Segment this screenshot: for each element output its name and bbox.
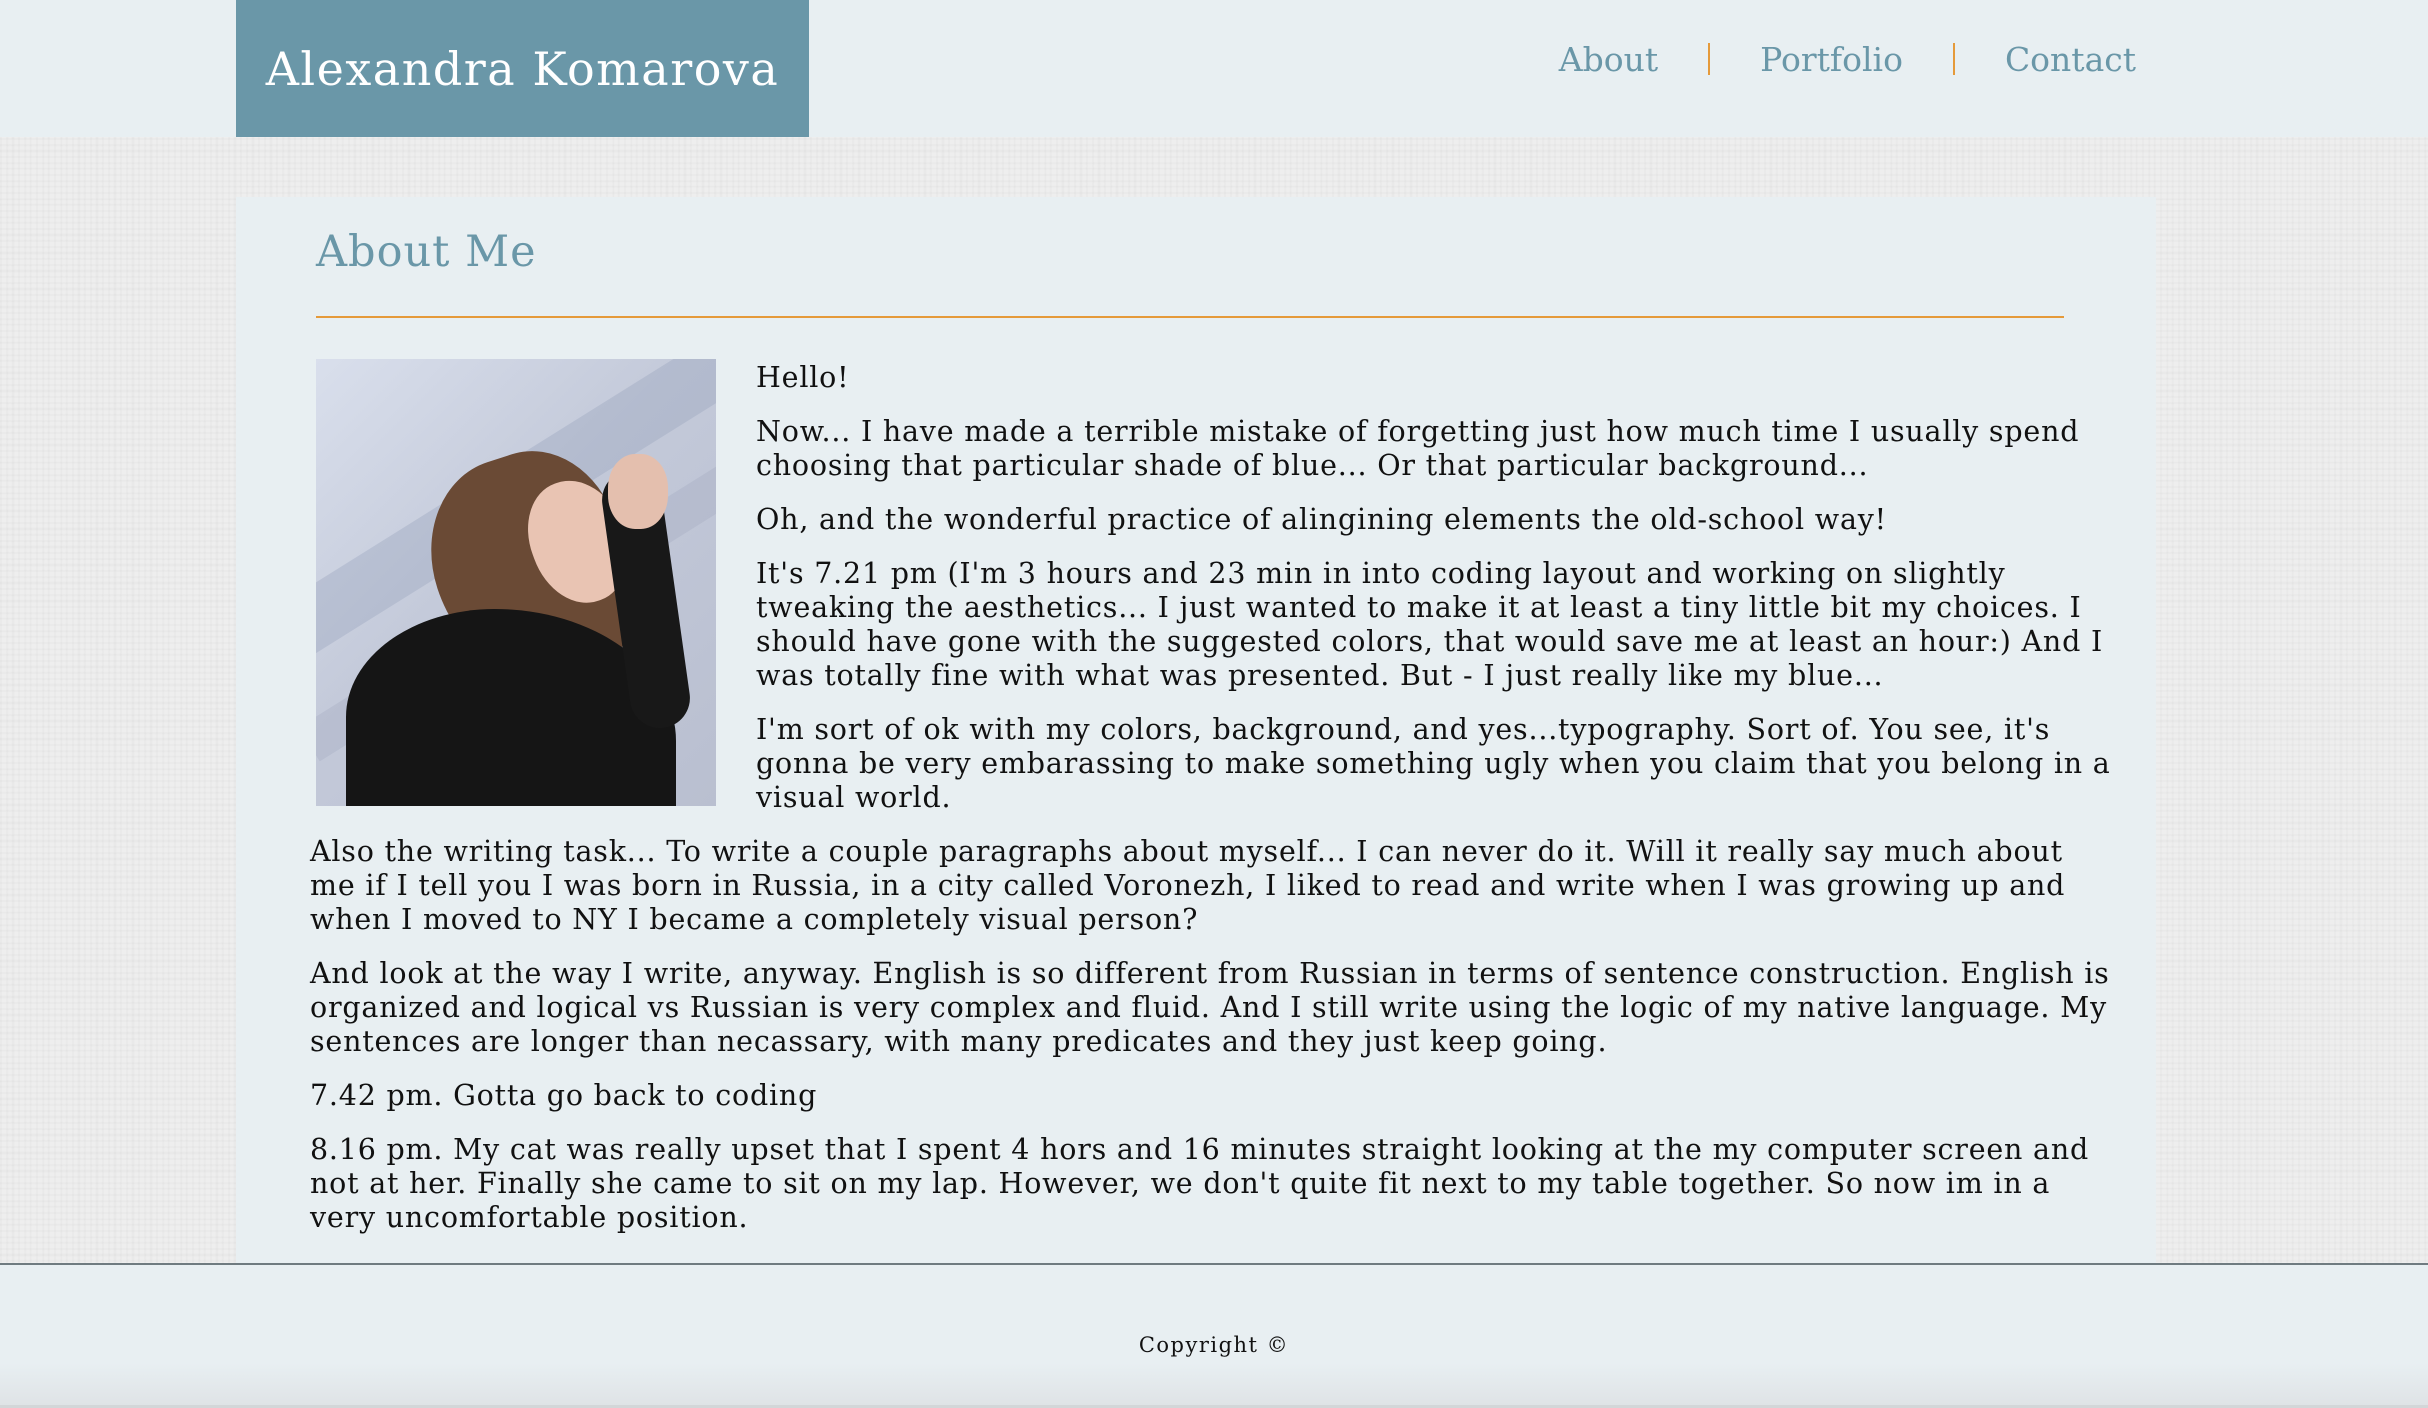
- profile-photo: [316, 359, 716, 806]
- nav-link-about[interactable]: About: [1509, 40, 1708, 79]
- site-logo[interactable]: Alexandra Komarova: [236, 0, 809, 137]
- about-panel: About Me Hello! Now... I have made a ter…: [236, 197, 2156, 1264]
- paragraph: Also the writing task... To write a coup…: [310, 835, 2066, 936]
- copyright-text: Copyright ©: [1138, 1333, 1290, 1357]
- nav-link-contact[interactable]: Contact: [1955, 40, 2136, 79]
- paragraph: And look at the way I write, anyway. Eng…: [310, 957, 2110, 1058]
- about-content: Hello! Now... I have made a terrible mis…: [310, 359, 2118, 1255]
- site-footer: Copyright ©: [0, 1263, 2428, 1408]
- title-divider: [316, 316, 2064, 318]
- paragraph: 8.16 pm. My cat was really upset that I …: [310, 1133, 2090, 1234]
- photo-hand: [608, 454, 668, 529]
- nav-link-portfolio[interactable]: Portfolio: [1710, 40, 1953, 79]
- main-nav: About Portfolio Contact: [1509, 34, 2136, 84]
- paragraph: 7.42 pm. Gotta go back to coding: [310, 1079, 818, 1112]
- site-title: Alexandra Komarova: [265, 41, 780, 96]
- site-header: Alexandra Komarova About Portfolio Conta…: [0, 0, 2428, 137]
- page-title: About Me: [316, 227, 537, 277]
